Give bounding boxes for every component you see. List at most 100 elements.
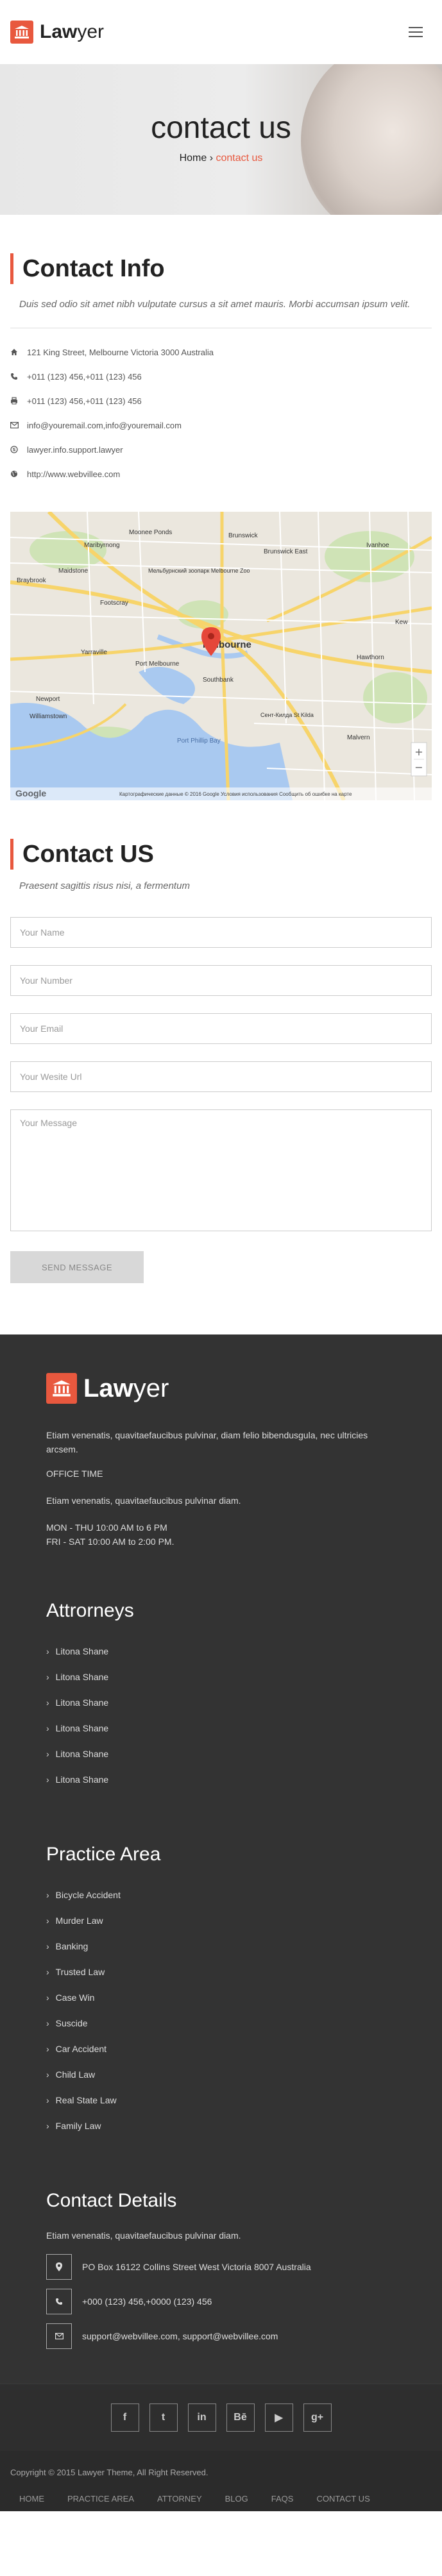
attorney-link[interactable]: Litona Shane — [46, 1638, 396, 1664]
fax-item: +011 (123) 456,+011 (123) 456 — [10, 389, 432, 413]
map-canvas: Moonee Ponds Maribyrnong Brunswick Bruns… — [10, 512, 432, 800]
map-label-zoo: Мельбурнский зоопарк Melbourne Zoo — [148, 568, 250, 574]
logo-text: Lawyer — [40, 21, 105, 42]
phone-item: +011 (123) 456,+011 (123) 456 — [10, 364, 432, 389]
contact-form-heading: Contact US — [10, 839, 432, 870]
practice-link[interactable]: Family Law — [46, 2113, 396, 2139]
message-textarea[interactable] — [10, 1109, 432, 1231]
google-logo: Google — [15, 788, 46, 798]
address-item: 121 King Street, Melbourne Victoria 3000… — [10, 340, 432, 364]
attorney-link[interactable]: Litona Shane — [46, 1715, 396, 1741]
facebook-icon[interactable]: f — [110, 2403, 139, 2432]
menu-toggle-icon[interactable] — [409, 27, 423, 37]
attorney-link[interactable]: Litona Shane — [46, 1741, 396, 1767]
footer-address: PO Box 16122 Collins Street West Victori… — [46, 2254, 396, 2280]
map-label-williamstown: Williamstown — [30, 713, 67, 720]
footer-nav-practice-area[interactable]: PRACTICE AREA — [67, 2494, 134, 2504]
linkedin-icon[interactable]: in — [187, 2403, 216, 2432]
breadcrumb-current: contact us — [216, 153, 263, 164]
attorney-link[interactable]: Litona Shane — [46, 1690, 396, 1715]
attorney-link[interactable]: Litona Shane — [46, 1767, 396, 1792]
map-label-newport: Newport — [36, 696, 60, 703]
office-hours-weekend: FRI - SAT 10:00 AM to 2:00 PM. — [46, 1536, 174, 1547]
contact-info-heading: Contact Info — [10, 253, 432, 284]
footer-nav-blog[interactable]: BLOG — [225, 2494, 248, 2504]
youtube-icon[interactable]: ▶ — [264, 2403, 293, 2432]
map-label-hawthorn: Hawthorn — [357, 654, 384, 661]
send-message-button[interactable]: SEND MESSAGE — [10, 1251, 144, 1283]
breadcrumb: Home › contact us — [0, 153, 442, 164]
map-label-maidstone: Maidstone — [58, 568, 89, 575]
practice-link[interactable]: Case Win — [46, 1985, 396, 2010]
attorney-link[interactable]: Litona Shane — [46, 1664, 396, 1690]
svg-text:+: + — [414, 746, 423, 758]
practice-link[interactable]: Murder Law — [46, 1908, 396, 1933]
behance-icon[interactable]: Bē — [226, 2403, 255, 2432]
location-map[interactable]: Moonee Ponds Maribyrnong Brunswick Bruns… — [10, 512, 432, 800]
practice-heading: Practice Area — [46, 1844, 161, 1865]
fax-icon — [10, 397, 27, 405]
mail-icon — [46, 2323, 72, 2349]
practice-link[interactable]: Real State Law — [46, 2087, 396, 2113]
copyright: Copyright © 2015 Lawyer Theme, All Right… — [10, 2468, 208, 2477]
website-input[interactable] — [10, 1061, 432, 1092]
footer-nav-attorney[interactable]: ATTORNEY — [157, 2494, 202, 2504]
footer-phone: +000 (123) 456,+0000 (123) 456 — [46, 2289, 396, 2314]
phone-icon — [10, 373, 27, 380]
breadcrumb-separator: › — [207, 153, 216, 164]
logo[interactable]: Lawyer — [10, 21, 104, 44]
phone-icon — [46, 2289, 72, 2314]
practice-link[interactable]: Banking — [46, 1933, 396, 1959]
practice-link[interactable]: Car Accident — [46, 2036, 396, 2062]
home-icon — [10, 348, 27, 356]
map-label-brunswick: Brunswick — [228, 532, 259, 539]
map-label-footscray: Footscray — [100, 600, 128, 607]
footer-nav-home[interactable]: HOME — [19, 2494, 44, 2504]
attorneys-list: Litona Shane Litona Shane Litona Shane L… — [46, 1638, 396, 1792]
map-label-port-melbourne: Port Melbourne — [135, 661, 180, 668]
skype-icon: S — [10, 446, 27, 453]
footer-nav-faqs[interactable]: FAQS — [271, 2494, 294, 2504]
contact-info-section: Contact Info Duis sed odio sit amet nibh… — [0, 215, 442, 486]
footer-nav-contact-us[interactable]: CONTACT US — [316, 2494, 370, 2504]
office-time-label: OFFICE TIME — [46, 1469, 103, 1479]
number-input[interactable] — [10, 965, 432, 996]
contact-info-list: 121 King Street, Melbourne Victoria 3000… — [10, 328, 432, 486]
map-label-port-phillip: Port Phillip Bay — [177, 737, 221, 745]
social-links: f t in Bē ▶ g+ — [0, 2384, 442, 2451]
map-label-malvern: Malvern — [347, 734, 370, 741]
office-hours-weekday: MON - THU 10:00 AM to 6 PM — [46, 1522, 167, 1533]
contact-info-lead: Duis sed odio sit amet nibh vulputate cu… — [19, 299, 411, 310]
map-label-southbank: Southbank — [203, 677, 234, 684]
bottom-bar: Copyright © 2015 Lawyer Theme, All Right… — [0, 2451, 442, 2511]
globe-icon — [10, 470, 27, 478]
map-label-maribyrnong: Maribyrnong — [84, 542, 120, 549]
footer-logo[interactable]: Lawyer — [46, 1373, 396, 1404]
skype-item: S lawyer.info.support.lawyer — [10, 437, 432, 462]
contact-details-text: Etiam venenatis, quavitaefaucibus pulvin… — [46, 2230, 241, 2241]
website-item: http://www.webvillee.com — [10, 462, 432, 486]
map-label-kew: Kew — [395, 619, 408, 626]
practice-link[interactable]: Trusted Law — [46, 1959, 396, 1985]
breadcrumb-home[interactable]: Home — [180, 153, 207, 164]
practice-link[interactable]: Suscide — [46, 2010, 396, 2036]
map-label-moonee-ponds: Moonee Ponds — [129, 529, 172, 536]
practice-link[interactable]: Child Law — [46, 2062, 396, 2087]
contact-details-heading: Contact Details — [46, 2190, 177, 2211]
email-item: info@youremail.com,info@youremail.com — [10, 413, 432, 437]
contact-form: SEND MESSAGE — [10, 917, 432, 1283]
office-text: Etiam venenatis, quavitaefaucibus pulvin… — [46, 1495, 241, 1506]
practice-link[interactable]: Bicycle Accident — [46, 1882, 396, 1908]
svg-text:S: S — [12, 448, 15, 453]
email-input[interactable] — [10, 1013, 432, 1044]
site-header: Lawyer — [0, 0, 442, 64]
map-label-braybrook: Braybrook — [17, 577, 47, 584]
twitter-icon[interactable]: t — [149, 2403, 178, 2432]
name-input[interactable] — [10, 917, 432, 948]
courthouse-icon — [46, 1373, 77, 1404]
page-banner: contact us Home › contact us — [0, 64, 442, 215]
footer-nav: HOME PRACTICE AREA ATTORNEY BLOG FAQS CO… — [10, 2494, 432, 2504]
map-zoom-controls[interactable]: + − — [411, 742, 427, 777]
footer-email: support@webvillee.com, support@webvillee… — [46, 2323, 396, 2349]
google-plus-icon[interactable]: g+ — [303, 2403, 332, 2432]
